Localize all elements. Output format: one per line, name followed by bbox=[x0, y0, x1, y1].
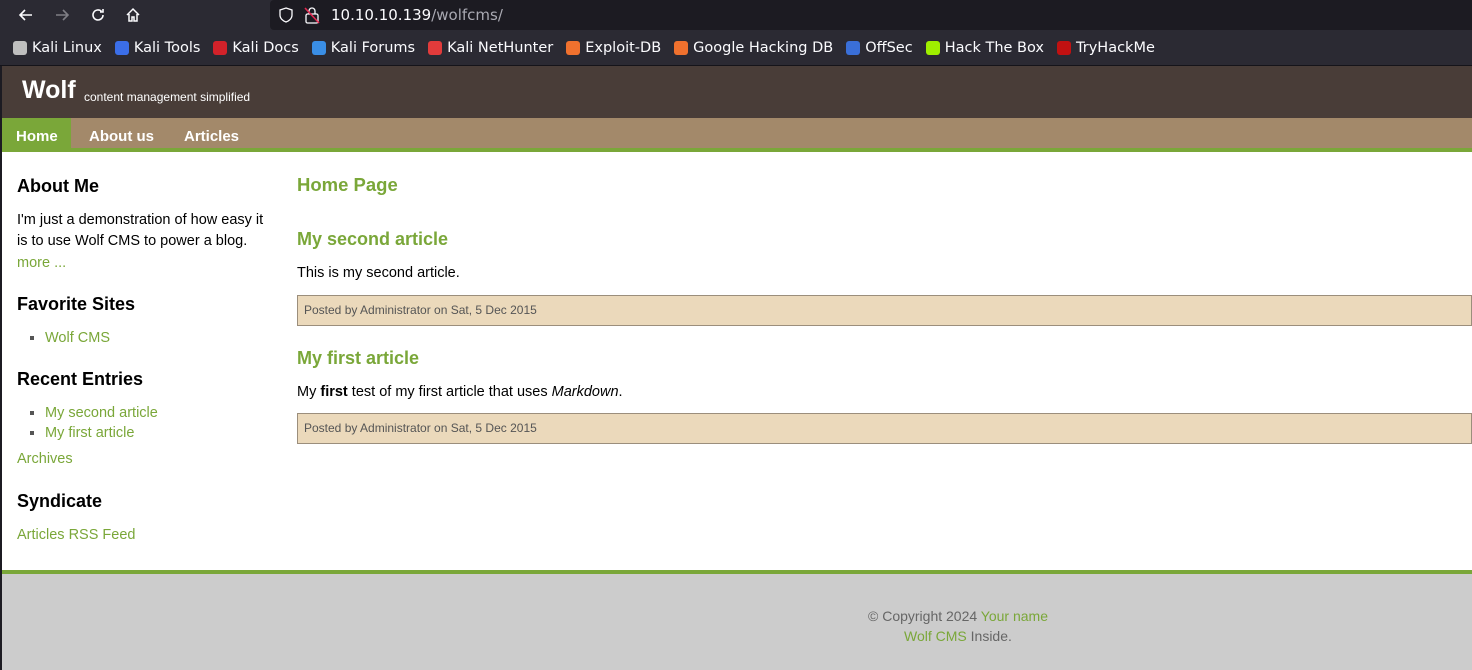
bookmarks-bar: Kali Linux Kali Tools Kali Docs Kali Forums… bbox=[0, 31, 1472, 66]
main-menu: Home About us Articles bbox=[2, 118, 1472, 152]
bookmark-kali-docs[interactable]: Kali Docs bbox=[213, 40, 299, 56]
site-title[interactable]: Wolf bbox=[22, 76, 76, 105]
kali-dragon-icon bbox=[13, 41, 27, 55]
nethunter-icon bbox=[428, 41, 443, 55]
copyright-line: © Copyright 2024 Your name bbox=[868, 608, 1048, 624]
bookmark-tryhackme[interactable]: TryHackMe bbox=[1057, 40, 1155, 56]
archives-link[interactable]: Archives bbox=[17, 451, 73, 467]
body-emphasis: Markdown bbox=[551, 384, 619, 400]
bookmark-hack-the-box[interactable]: Hack The Box bbox=[925, 40, 1045, 56]
bookmark-label: Hack The Box bbox=[944, 40, 1045, 56]
bookmark-label: Google Hacking DB bbox=[693, 40, 834, 56]
kali-forums-icon bbox=[311, 41, 326, 55]
inside-text: Inside. bbox=[966, 628, 1012, 644]
about-text: I'm just a demonstration of how easy it … bbox=[17, 212, 264, 249]
recent-link-second-article[interactable]: My second article bbox=[45, 405, 158, 421]
bookmark-label: Kali Forums bbox=[330, 40, 416, 56]
kali-docs-icon bbox=[213, 41, 228, 55]
bookmark-label: Exploit-DB bbox=[585, 40, 662, 56]
favorites-list: Wolf CMS bbox=[17, 328, 110, 348]
article-body-second: This is my second article. bbox=[297, 265, 460, 281]
forward-arrow-icon[interactable] bbox=[50, 4, 74, 26]
exploit-db-icon bbox=[566, 41, 581, 55]
bookmark-label: Kali Linux bbox=[32, 40, 102, 56]
thm-cloud-icon bbox=[1057, 41, 1072, 55]
body-text: test of my first article that uses bbox=[347, 384, 552, 400]
your-name-link[interactable]: Your name bbox=[981, 608, 1048, 624]
about-heading: About Me bbox=[17, 176, 99, 196]
bookmark-kali-tools[interactable]: Kali Tools bbox=[114, 40, 201, 56]
about-more-link[interactable]: more ... bbox=[17, 255, 66, 271]
browser-toolbar: 10.10.10.139/wolfcms/ bbox=[0, 0, 1472, 31]
syndicate-heading: Syndicate bbox=[17, 491, 103, 511]
site-header: Wolf content management simplified bbox=[2, 66, 1472, 118]
menu-item-about-us[interactable]: About us bbox=[89, 118, 154, 152]
list-item: My first article bbox=[45, 423, 158, 443]
favorite-link-wolf-cms[interactable]: Wolf CMS bbox=[45, 330, 110, 346]
home-icon[interactable] bbox=[121, 4, 145, 26]
bookmark-label: OffSec bbox=[865, 40, 913, 56]
recent-heading: Recent Entries bbox=[17, 369, 144, 389]
url-host: 10.10.10.139 bbox=[331, 6, 432, 24]
bookmark-kali-linux[interactable]: Kali Linux bbox=[13, 40, 102, 56]
bookmark-kali-nethunter[interactable]: Kali NetHunter bbox=[428, 40, 553, 56]
copyright-text: © Copyright 2024 bbox=[868, 608, 981, 624]
url-bar[interactable]: 10.10.10.139/wolfcms/ bbox=[270, 0, 1472, 30]
article-meta-second: Posted by Administrator on Sat, 5 Dec 20… bbox=[297, 295, 1472, 326]
list-item: Wolf CMS bbox=[45, 328, 110, 348]
favorites-heading: Favorite Sites bbox=[17, 294, 136, 314]
page-title: Home Page bbox=[297, 174, 398, 195]
body-text: . bbox=[618, 384, 623, 400]
web-page: Wolf content management simplified Home … bbox=[2, 66, 1472, 670]
offsec-icon bbox=[846, 41, 861, 55]
menu-item-articles[interactable]: Articles bbox=[184, 118, 239, 152]
rss-feed-link[interactable]: Articles RSS Feed bbox=[17, 527, 135, 543]
ghdb-icon bbox=[674, 41, 689, 55]
bookmark-label: TryHackMe bbox=[1076, 40, 1155, 56]
article-body-first: My first test of my first article that u… bbox=[297, 384, 623, 400]
bookmark-label: Kali NetHunter bbox=[447, 40, 554, 56]
article-title-first[interactable]: My first article bbox=[297, 348, 419, 369]
shield-icon[interactable] bbox=[278, 7, 294, 23]
bookmark-label: Kali Docs bbox=[232, 40, 299, 56]
article-title-second[interactable]: My second article bbox=[297, 229, 448, 250]
bookmark-kali-forums[interactable]: Kali Forums bbox=[311, 40, 416, 56]
site-footer: © Copyright 2024 Your name Wolf CMS Insi… bbox=[2, 570, 1472, 670]
powered-by-line: Wolf CMS Inside. bbox=[904, 628, 1012, 644]
body-bold: first bbox=[320, 384, 348, 400]
recent-list: My second article My first article bbox=[17, 403, 158, 443]
url-text[interactable]: 10.10.10.139/wolfcms/ bbox=[331, 6, 503, 24]
site-slogan: content management simplified bbox=[84, 90, 251, 104]
list-item: My second article bbox=[45, 403, 158, 423]
bookmark-google-hacking-db[interactable]: Google Hacking DB bbox=[674, 40, 833, 56]
bookmark-exploit-db[interactable]: Exploit-DB bbox=[566, 40, 661, 56]
body-text: My bbox=[297, 384, 321, 400]
menu-item-home[interactable]: Home bbox=[2, 118, 71, 152]
bookmark-label: Kali Tools bbox=[133, 40, 201, 56]
recent-link-first-article[interactable]: My first article bbox=[45, 425, 134, 441]
url-path: /wolfcms/ bbox=[431, 6, 503, 24]
article-meta-first: Posted by Administrator on Sat, 5 Dec 20… bbox=[297, 413, 1472, 444]
htb-cube-icon bbox=[925, 41, 940, 55]
bookmark-offsec[interactable]: OffSec bbox=[846, 40, 913, 56]
kali-tools-icon bbox=[114, 41, 129, 55]
back-arrow-icon[interactable] bbox=[14, 4, 38, 26]
reload-icon[interactable] bbox=[86, 4, 110, 26]
wolf-cms-link[interactable]: Wolf CMS bbox=[904, 628, 967, 644]
insecure-lock-icon[interactable] bbox=[304, 6, 320, 24]
